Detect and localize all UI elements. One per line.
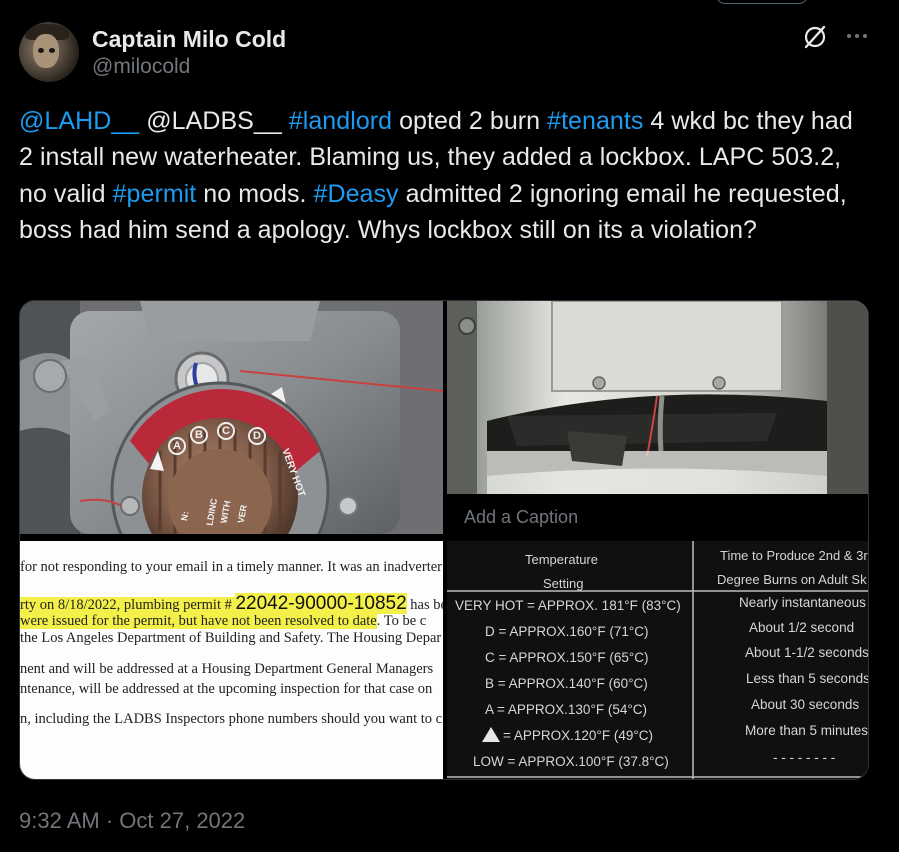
document-line: ntenance, will be addressed at the upcom… — [20, 681, 433, 697]
tweet-text-segment: @LADBS__ — [139, 107, 289, 135]
table-time-cell: - - - - - - - - — [773, 750, 836, 765]
table-col1-header-line1: Temperature — [525, 552, 598, 567]
table-time-cell: About 1/2 second — [749, 620, 855, 635]
table-setting-cell: A = APPROX.130°F (54°C) — [485, 702, 647, 717]
timestamp-date[interactable]: Oct 27, 2022 — [119, 808, 245, 833]
grok-icon[interactable] — [802, 24, 828, 50]
knob-text-2: LDINC — [204, 497, 220, 527]
dial-label-a: A — [168, 437, 186, 455]
tweet-link[interactable]: #permit — [113, 180, 197, 208]
dial-label-c: C — [217, 422, 235, 440]
water-heater-illustration — [447, 301, 868, 494]
tweet-text-segment: opted 2 burn — [392, 107, 548, 135]
more-options-icon[interactable] — [843, 22, 871, 50]
table-time-cell: More than 5 minutes — [745, 723, 869, 738]
table-setting-cell: C = APPROX.150°F (65°C) — [485, 650, 649, 665]
timestamp-separator: · — [99, 808, 120, 833]
table-col1-header-line2: Setting — [543, 576, 584, 591]
add-caption-area[interactable]: Add a Caption — [447, 494, 868, 538]
table-time-cell: Nearly instantaneous — [739, 595, 866, 610]
media-grid: A B C D VERY HOT N: LDINC WITH VER Add a… — [19, 300, 869, 780]
dial-very-hot-label: VERY HOT — [279, 447, 307, 499]
table-setting-cell: = APPROX.120°F (49°C) — [503, 728, 653, 743]
media-photo-water-heater-base[interactable] — [447, 301, 868, 494]
tweet-link[interactable]: @LAHD__ — [19, 107, 139, 135]
tweet-text-segment: no mods. — [196, 179, 314, 208]
knob-text-1: N: — [179, 510, 191, 522]
media-photo-temperature-table[interactable]: Temperature Setting Time to Produce 2nd … — [447, 541, 869, 779]
document-line: nent and will be addressed at a Housing … — [20, 661, 434, 677]
table-time-cell: About 1-1/2 seconds — [745, 645, 869, 660]
tweet-text: @LAHD__ @LADBS__ #landlord opted 2 burn … — [19, 103, 869, 248]
table-col2-header-line1: Time to Produce 2nd & 3r — [720, 548, 868, 563]
media-photo-email-document[interactable]: for not responding to your email in a ti… — [20, 541, 443, 779]
table-setting-cell: D = APPROX.160°F (71°C) — [485, 624, 649, 639]
avatar[interactable] — [19, 22, 79, 82]
tweet-timestamp[interactable]: 9:32 AM · Oct 27, 2022 — [19, 808, 245, 834]
media-photo-gas-valve[interactable]: A B C D VERY HOT N: LDINC WITH VER — [20, 301, 443, 534]
table-setting-cell: VERY HOT = APPROX. 181°F (83°C) — [455, 598, 681, 613]
tweet-link[interactable]: #tenants — [547, 107, 643, 135]
document-line: the Los Angeles Department of Building a… — [20, 630, 442, 646]
table-setting-cell: B = APPROX.140°F (60°C) — [485, 676, 648, 691]
table-setting-cell: LOW = APPROX.100°F (37.8°C) — [473, 754, 669, 769]
caption-placeholder: Add a Caption — [464, 507, 579, 527]
author-handle[interactable]: @milocold — [92, 55, 190, 79]
document-line: n, including the LADBS Inspectors phone … — [20, 711, 443, 727]
dial-label-d: D — [248, 427, 266, 445]
author-display-name[interactable]: Captain Milo Cold — [92, 26, 286, 53]
tweet-link[interactable]: #Deasy — [314, 180, 399, 208]
table-time-cell: Less than 5 seconds — [746, 671, 869, 686]
timestamp-time[interactable]: 9:32 AM — [19, 808, 100, 833]
table-time-cell: About 30 seconds — [751, 697, 860, 712]
tweet-link[interactable]: #landlord — [289, 107, 392, 135]
document-line: were issued for the permit, but have not… — [20, 613, 427, 629]
document-line: for not responding to your email in a ti… — [20, 559, 442, 575]
knob-text-4: VER — [235, 504, 249, 524]
table-col2-header-line2: Degree Burns on Adult Sk — [717, 572, 867, 587]
document-line: rty on 8/18/2022, plumbing permit # 2204… — [20, 593, 443, 614]
top-follow-pill[interactable] — [716, 0, 808, 4]
dial-label-b: B — [190, 426, 208, 444]
knob-text-3: WITH — [218, 499, 233, 525]
warm-setting-triangle-icon — [482, 727, 500, 742]
tweet-header: Captain Milo Cold @milocold — [19, 22, 879, 84]
